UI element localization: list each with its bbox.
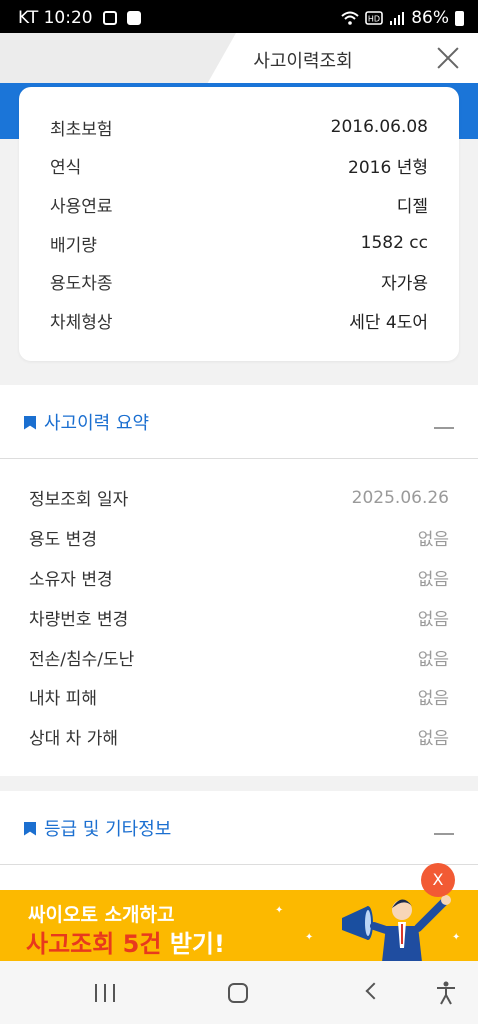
collapse-icon[interactable]: [434, 427, 454, 429]
grade-section-header[interactable]: 등급 및 기타정보: [0, 791, 478, 865]
sparkle-icon: ✦: [275, 905, 284, 916]
info-row: 사용연료 디젤: [50, 185, 428, 224]
info-label: 연식: [50, 158, 82, 179]
info-value: 디젤: [396, 196, 428, 217]
check-icon: [126, 11, 141, 25]
page-title: 사고이력조회: [253, 51, 353, 72]
svg-text:HD: HD: [368, 15, 380, 24]
info-row: 차체형상 세단 4도어: [50, 301, 428, 340]
header: 사고이력조회: [0, 33, 478, 83]
summary-row: 소유자 변경 없음: [0, 558, 478, 598]
section-title: 사고이력 요약: [44, 412, 150, 434]
summary-row: 차량번호 변경 없음: [0, 597, 478, 637]
back-icon[interactable]: [365, 982, 383, 1000]
info-value: 2016 년형: [348, 158, 428, 179]
summary-value: 없음: [417, 569, 449, 590]
info-row: 연식 2016 년형: [50, 147, 428, 186]
info-label: 최초보험: [50, 119, 113, 140]
info-label: 사용연료: [50, 196, 113, 217]
info-label: 차체형상: [50, 312, 113, 333]
hd-icon: HD: [365, 11, 384, 25]
ad-line2-rest: 받기!: [161, 930, 225, 958]
info-value: 2016.06.08: [330, 117, 428, 138]
carrier-time: KT 10:20: [18, 8, 93, 28]
info-value: 1582 cc: [360, 233, 428, 254]
accessibility-icon[interactable]: [436, 981, 456, 1005]
battery-percent: 86%: [411, 8, 449, 28]
summary-row: 정보조회 일자 2025.06.26: [0, 478, 478, 518]
summary-label: 전손/침수/도난: [29, 649, 135, 670]
section-title: 등급 및 기타정보: [44, 818, 172, 840]
battery-icon: [455, 10, 464, 26]
close-icon[interactable]: [436, 46, 460, 70]
accident-summary-section: 사고이력 요약 정보조회 일자 2025.06.26 용도 변경 없음 소유자 …: [0, 385, 478, 776]
signal-icon: [390, 12, 405, 25]
info-label: 용도차종: [50, 274, 113, 295]
bookmark-icon: [24, 821, 36, 836]
summary-row: 전손/침수/도난 없음: [0, 637, 478, 677]
summary-label: 내차 피해: [29, 689, 97, 710]
megaphone-mascot-icon: [342, 895, 451, 961]
summary-label: 소유자 변경: [29, 569, 113, 590]
header-tab-background: [0, 33, 236, 83]
recent-apps-icon[interactable]: [95, 984, 115, 1002]
info-row: 용도차종 자가용: [50, 262, 428, 301]
summary-label: 차량번호 변경: [29, 609, 129, 630]
info-row: 최초보험 2016.06.08: [50, 108, 428, 147]
vehicle-info-card: 최초보험 2016.06.08 연식 2016 년형 사용연료 디젤 배기량 1…: [19, 87, 459, 361]
summary-value: 없음: [417, 530, 449, 551]
summary-label: 정보조회 일자: [29, 490, 129, 511]
sparkle-icon: ✦: [305, 932, 314, 943]
wifi-icon: [341, 11, 359, 25]
ad-highlight: 사고조회 5건: [26, 930, 162, 958]
ad-close-button[interactable]: X: [421, 863, 455, 897]
system-nav-bar: [0, 961, 478, 1024]
info-value: 세단 4도어: [349, 312, 428, 333]
ad-line2: 사고조회 5건 받기!: [26, 924, 225, 959]
summary-row: 내차 피해 없음: [0, 677, 478, 717]
summary-value: 없음: [417, 649, 449, 670]
info-label: 배기량: [50, 235, 97, 256]
summary-row: 용도 변경 없음: [0, 518, 478, 558]
home-icon[interactable]: [228, 983, 248, 1003]
summary-list: 정보조회 일자 2025.06.26 용도 변경 없음 소유자 변경 없음 차량…: [0, 459, 478, 757]
summary-label: 용도 변경: [29, 530, 97, 551]
summary-value: 없음: [417, 729, 449, 750]
summary-value: 없음: [417, 689, 449, 710]
summary-row: 상대 차 가해 없음: [0, 717, 478, 757]
info-value: 자가용: [381, 274, 428, 295]
collapse-icon[interactable]: [434, 833, 454, 835]
ad-line1: 싸이오토 소개하고: [28, 904, 175, 926]
status-bar: KT 10:20 HD 86%: [0, 0, 478, 33]
info-row: 배기량 1582 cc: [50, 224, 428, 263]
summary-label: 상대 차 가해: [29, 729, 119, 750]
ad-banner[interactable]: 싸이오토 소개하고 사고조회 5건 받기! ✦ ✦ ✦: [0, 890, 478, 961]
voicemail-icon: [102, 11, 117, 25]
bookmark-icon: [24, 415, 36, 430]
accident-summary-header[interactable]: 사고이력 요약: [0, 385, 478, 459]
grade-section: 등급 및 기타정보: [0, 791, 478, 891]
summary-value: 없음: [417, 609, 449, 630]
summary-value: 2025.06.26: [351, 487, 449, 508]
